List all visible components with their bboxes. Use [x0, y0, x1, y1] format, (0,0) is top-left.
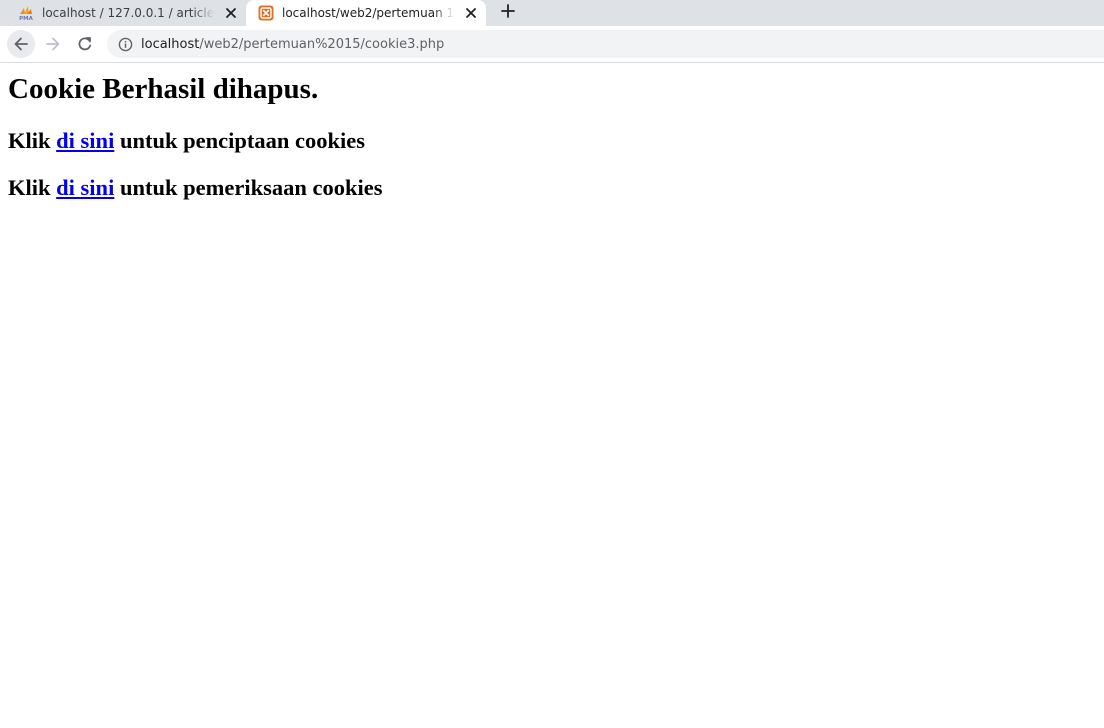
- tab-strip: PMA localhost / 127.0.0.1 / articles / a…: [0, 0, 1104, 26]
- line-prefix: Klik: [8, 128, 57, 153]
- page-content: Cookie Berhasil dihapus. Klik di sini un…: [0, 63, 1104, 728]
- url-host: localhost: [141, 36, 200, 52]
- reload-button[interactable]: [71, 30, 99, 58]
- check-cookies-line: Klik di sini untuk pemeriksaan cookies: [8, 175, 383, 201]
- arrow-right-icon: [46, 37, 60, 51]
- arrow-left-icon: [14, 37, 28, 51]
- browser-toolbar: localhost/web2/pertemuan%2015/cookie3.ph…: [0, 26, 1104, 63]
- line-suffix: untuk penciptaan cookies: [114, 128, 366, 153]
- tab-cookie3[interactable]: localhost/web2/pertemuan 15/cookie3.php: [246, 0, 486, 26]
- close-icon[interactable]: [464, 6, 478, 20]
- create-cookies-line: Klik di sini untuk penciptaan cookies: [8, 128, 365, 154]
- close-icon[interactable]: [224, 6, 238, 20]
- url-path: /web2/pertemuan%2015/cookie3.php: [199, 36, 445, 52]
- info-icon[interactable]: [118, 37, 133, 52]
- line-prefix: Klik: [8, 175, 57, 200]
- address-bar[interactable]: localhost/web2/pertemuan%2015/cookie3.ph…: [107, 30, 1104, 58]
- phpmyadmin-logo-icon: PMA: [19, 6, 34, 21]
- svg-text:PMA: PMA: [19, 16, 34, 21]
- reload-icon: [78, 37, 92, 51]
- create-cookies-link[interactable]: di sini: [56, 128, 114, 153]
- line-suffix: untuk pemeriksaan cookies: [114, 175, 383, 200]
- tab-phpmyadmin[interactable]: PMA localhost / 127.0.0.1 / articles / a…: [10, 0, 246, 26]
- new-tab-plus-icon[interactable]: [498, 1, 518, 21]
- url-text[interactable]: localhost/web2/pertemuan%2015/cookie3.ph…: [141, 37, 444, 52]
- page-heading: Cookie Berhasil dihapus.: [8, 73, 319, 105]
- tab-title: localhost / 127.0.0.1 / articles / artic…: [42, 6, 214, 20]
- tab-title: localhost/web2/pertemuan 15/cookie3.php: [282, 6, 454, 20]
- forward-button[interactable]: [39, 30, 67, 58]
- back-button[interactable]: [7, 30, 35, 58]
- check-cookies-link[interactable]: di sini: [56, 175, 114, 200]
- xampp-logo-icon: [258, 5, 274, 21]
- browser-window: PMA localhost / 127.0.0.1 / articles / a…: [0, 0, 1104, 728]
